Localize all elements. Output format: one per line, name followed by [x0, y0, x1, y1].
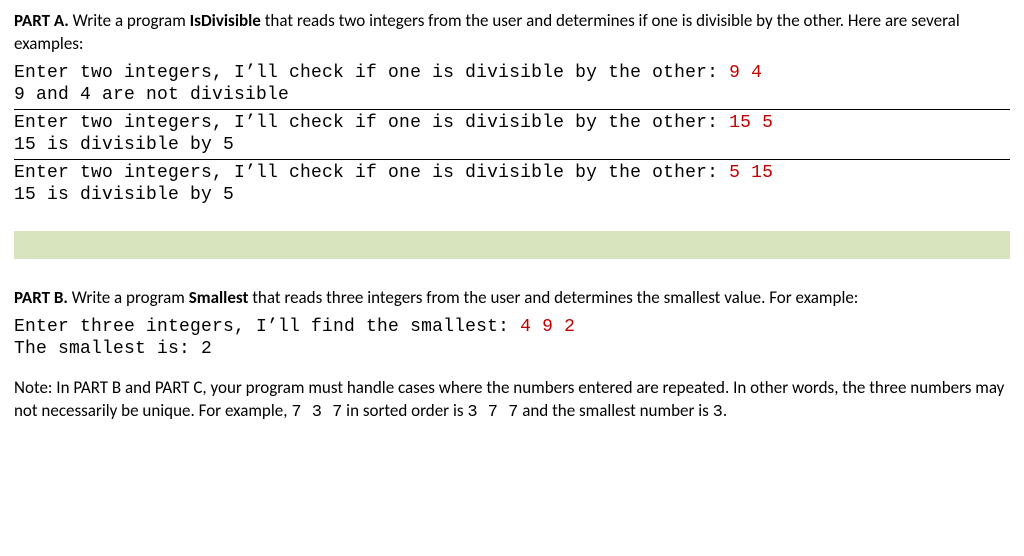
note-code-1: 7 3 7	[291, 403, 342, 422]
example-prompt: Enter two integers, I’ll check if one is…	[14, 113, 729, 133]
example-user-input: 5 15	[729, 163, 773, 183]
example-user-input: 9 4	[729, 63, 762, 83]
note-code-3: 3	[713, 403, 723, 422]
part-a-program-name: IsDivisible	[190, 10, 261, 31]
part-b-note: Note: In PART B and PART C, your program…	[14, 377, 1010, 425]
note-text-4: .	[723, 400, 727, 421]
example-user-input: 4 9 2	[520, 317, 575, 337]
example-result: 15 is divisible by 5	[14, 185, 234, 205]
example-prompt: Enter two integers, I’ll check if one is…	[14, 63, 729, 83]
example-result: 15 is divisible by 5	[14, 135, 234, 155]
example-user-input: 15 5	[729, 113, 773, 133]
example-result: 9 and 4 are not divisible	[14, 85, 289, 105]
part-b-intro2: that reads three integers from the user …	[248, 287, 858, 308]
part-a-label: PART A.	[14, 10, 69, 31]
part-b-label: PART B.	[14, 287, 68, 308]
note-text-2: in sorted order is	[342, 400, 467, 421]
part-b-program-name: Smallest	[189, 287, 249, 308]
example-prompt: Enter two integers, I’ll check if one is…	[14, 163, 729, 183]
part-a-example-2: Enter two integers, I’ll check if one is…	[14, 110, 1010, 160]
example-prompt: Enter three integers, I’ll find the smal…	[14, 317, 520, 337]
part-a-header: PART A. Write a program IsDivisible that…	[14, 10, 1010, 56]
part-a-example-3: Enter two integers, I’ll check if one is…	[14, 160, 1010, 209]
example-result: The smallest is: 2	[14, 339, 212, 359]
part-b-example-1: Enter three integers, I’ll find the smal…	[14, 314, 1010, 363]
section-divider	[14, 231, 1010, 259]
part-a-intro1: Write a program	[69, 10, 190, 31]
part-b-header: PART B. Write a program Smallest that re…	[14, 287, 1010, 310]
part-a-example-1: Enter two integers, I’ll check if one is…	[14, 60, 1010, 110]
note-code-2: 3 7 7	[467, 403, 518, 422]
note-text-3: and the smallest number is	[518, 400, 712, 421]
part-b-intro1: Write a program	[68, 287, 189, 308]
